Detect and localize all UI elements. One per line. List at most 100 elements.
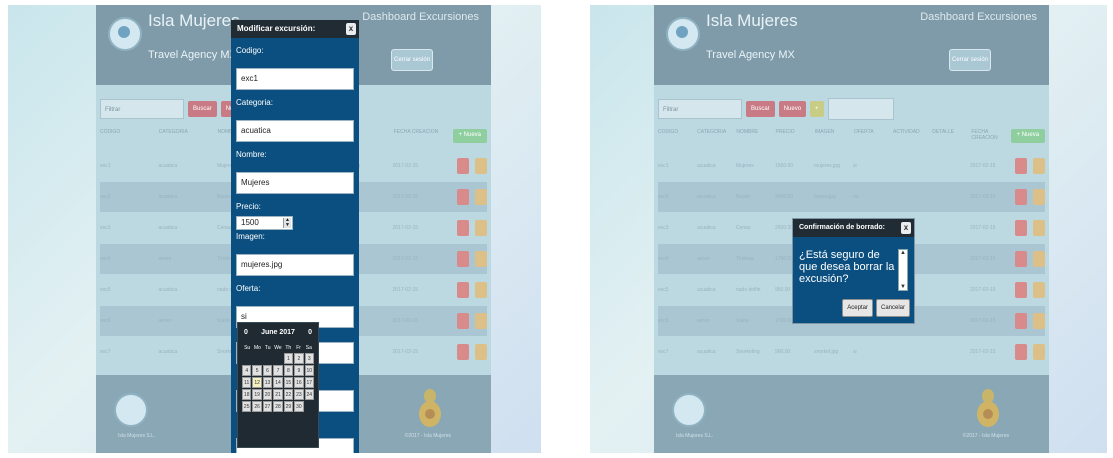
edit-button[interactable]: [1033, 344, 1045, 360]
filter-select[interactable]: Filtrar: [100, 99, 184, 119]
delete-button[interactable]: [457, 189, 469, 205]
edit-button[interactable]: [475, 158, 487, 174]
edit-button[interactable]: [475, 220, 487, 236]
col-codigo: CODIGO: [658, 129, 679, 135]
nombre-input[interactable]: Mujeres: [236, 172, 354, 194]
logo-icon: [666, 17, 700, 51]
delete-button[interactable]: [1015, 158, 1027, 174]
calendar-day[interactable]: 4: [242, 365, 252, 376]
calendar-day[interactable]: 21: [273, 389, 283, 400]
table-cell: si: [853, 349, 857, 355]
delete-button[interactable]: [457, 282, 469, 298]
edit-button[interactable]: [475, 282, 487, 298]
edit-button[interactable]: [475, 189, 487, 205]
edit-button[interactable]: [1033, 313, 1045, 329]
table-cell: 2017-02-15: [392, 194, 419, 200]
close-icon[interactable]: x: [346, 23, 356, 35]
weekday: Sa: [305, 345, 312, 351]
calendar-day[interactable]: 26: [252, 401, 262, 412]
table-header: CODIGO CATEGORIA NOMBRE PRECIO IMAGEN OF…: [658, 129, 1046, 143]
delete-button[interactable]: [1015, 313, 1027, 329]
scroll-down-icon[interactable]: ▼: [899, 284, 907, 290]
calendar-day[interactable]: 15: [283, 377, 294, 388]
calendar-day[interactable]: 2: [294, 353, 304, 364]
header-button[interactable]: Cerrar sesión: [391, 49, 433, 71]
calendar-day[interactable]: 17: [304, 377, 314, 388]
calendar-day[interactable]: 19: [252, 389, 262, 400]
delete-button[interactable]: [1015, 282, 1027, 298]
search-button[interactable]: Buscar: [188, 101, 217, 117]
calendar-day[interactable]: 25: [242, 401, 252, 412]
delete-button[interactable]: [457, 344, 469, 360]
table-cell: aereo: [697, 318, 710, 324]
delete-button[interactable]: [1015, 344, 1027, 360]
calendar-day[interactable]: 18: [242, 389, 252, 400]
new-button[interactable]: Nuevo: [778, 101, 807, 117]
calendar-day[interactable]: 1: [283, 353, 294, 364]
scrollbar[interactable]: ▲ ▼: [898, 249, 908, 291]
categoria-input[interactable]: acuatica: [236, 120, 354, 142]
add-button[interactable]: + Nueva: [452, 129, 488, 143]
calendar-day[interactable]: 27: [262, 401, 273, 412]
edit-button[interactable]: [475, 251, 487, 267]
delete-button[interactable]: [457, 158, 469, 174]
calendar-day[interactable]: 30: [294, 401, 304, 412]
precio-input[interactable]: 1500 ▲ ▼: [236, 216, 293, 230]
col-actividad: ACTIVIDAD: [893, 129, 920, 135]
header-button[interactable]: Cerrar sesión: [949, 49, 991, 71]
site-header: Isla Mujeres Travel Agency MX Dashboard …: [654, 5, 1049, 85]
filter-select[interactable]: Filtrar: [658, 99, 742, 119]
scroll-up-icon[interactable]: ▲: [899, 250, 907, 256]
edit-button[interactable]: [475, 313, 487, 329]
edit-button[interactable]: [475, 344, 487, 360]
filter-field[interactable]: [827, 98, 894, 120]
calendar-day[interactable]: 6: [262, 365, 273, 376]
calendar-day[interactable]: 5: [252, 365, 262, 376]
delete-button[interactable]: [457, 251, 469, 267]
calendar-day[interactable]: 12: [252, 377, 262, 388]
filter-bar: Filtrar Buscar Nuevo +: [658, 97, 894, 121]
calendar-day[interactable]: 24: [304, 389, 314, 400]
search-button[interactable]: Buscar: [746, 101, 775, 117]
prev-month-icon[interactable]: 0: [244, 329, 248, 336]
close-icon[interactable]: x: [901, 222, 911, 234]
accept-button[interactable]: Aceptar: [842, 299, 873, 317]
oferta-label: Oferta:: [236, 284, 261, 293]
delete-button[interactable]: [1015, 220, 1027, 236]
calendar-day[interactable]: 8: [283, 365, 294, 376]
calendar-day[interactable]: 28: [273, 401, 283, 412]
modal-title: Modificar excursión:: [237, 24, 316, 33]
calendar-day[interactable]: 13: [262, 377, 273, 388]
calendar-day[interactable]: 22: [283, 389, 294, 400]
codigo-input[interactable]: exc1: [236, 68, 354, 90]
calendar-day[interactable]: 23: [294, 389, 304, 400]
col-categoria: CATEGORIA: [697, 129, 727, 135]
table-row: exc1 acuatica Mujeres 1500.00 mujeres.jpg si 2…: [658, 151, 1045, 181]
calendar-day[interactable]: 9: [294, 365, 304, 376]
calendar-day[interactable]: 7: [273, 365, 283, 376]
imagen-input[interactable]: mujeres.jpg: [236, 254, 354, 276]
calendar-day[interactable]: 20: [262, 389, 273, 400]
calendar-day[interactable]: 11: [242, 377, 252, 388]
edit-button[interactable]: [1033, 220, 1045, 236]
delete-button[interactable]: [1015, 189, 1027, 205]
delete-button[interactable]: [457, 313, 469, 329]
table-cell: Mujeres: [736, 163, 754, 169]
next-month-icon[interactable]: 0: [308, 329, 312, 336]
edit-button[interactable]: [1033, 158, 1045, 174]
spinner-icon[interactable]: ▲ ▼: [283, 218, 291, 228]
edit-button[interactable]: [1033, 189, 1045, 205]
calendar-day[interactable]: 14: [273, 377, 283, 388]
plus-button[interactable]: +: [810, 101, 824, 117]
table-cell: aereo: [158, 256, 172, 262]
edit-button[interactable]: [1033, 251, 1045, 267]
calendar-day[interactable]: 16: [294, 377, 304, 388]
calendar-day[interactable]: 3: [304, 353, 314, 364]
calendar-day[interactable]: 10: [304, 365, 314, 376]
cancel-button[interactable]: Cancelar: [875, 299, 910, 317]
delete-button[interactable]: [1015, 251, 1027, 267]
calendar-day[interactable]: 29: [283, 401, 294, 412]
delete-button[interactable]: [457, 220, 469, 236]
edit-button[interactable]: [1033, 282, 1045, 298]
add-button[interactable]: + Nueva: [1010, 129, 1046, 143]
